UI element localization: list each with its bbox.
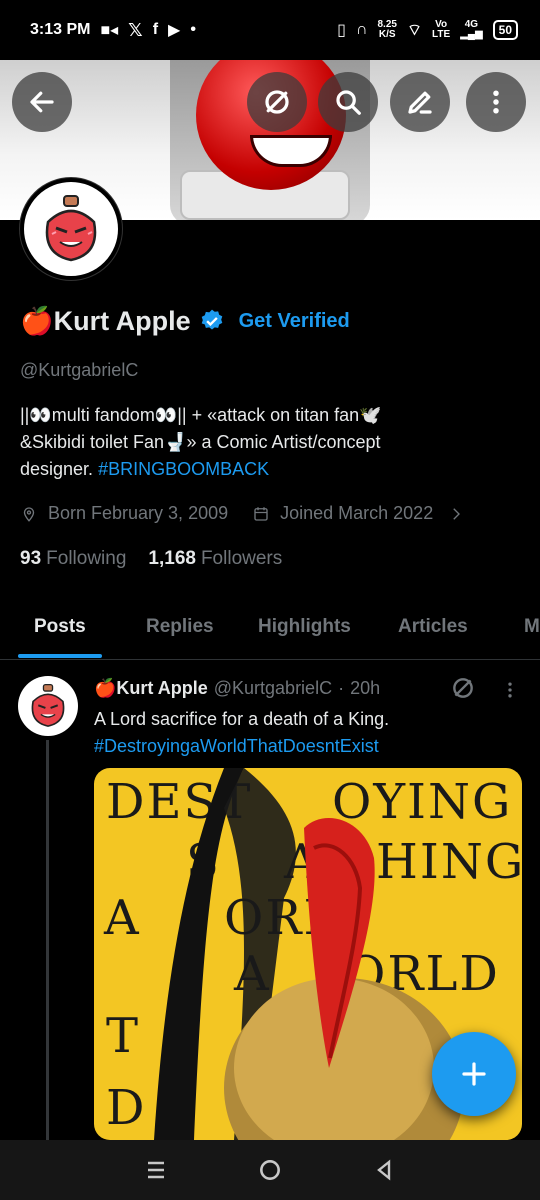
- grok-icon: [453, 678, 473, 698]
- bio-line: &Skibidi toilet Fan🚽» a Comic Artist/con…: [20, 432, 381, 452]
- following-link[interactable]: 93 Following: [20, 548, 126, 570]
- post-author-avatar[interactable]: [18, 676, 78, 736]
- network-speed: 8.25 K/S: [377, 19, 397, 40]
- battery-indicator: 50: [492, 20, 518, 40]
- chevron-right-icon[interactable]: [447, 505, 465, 523]
- tab-posts[interactable]: Posts: [34, 616, 86, 638]
- plus-icon: [462, 1062, 486, 1086]
- arrow-left-icon: [30, 91, 54, 113]
- bio-hashtag-link[interactable]: #BRINGBOOMBACK: [98, 459, 269, 479]
- post-author-name[interactable]: 🍎Kurt Apple: [94, 678, 208, 699]
- post-separator: ·: [338, 678, 345, 698]
- bio-line: ||👀multi fandom👀|| + «attack on titan fa…: [20, 405, 382, 425]
- video-recording-icon: ■◂: [100, 22, 119, 39]
- facebook-icon: f: [152, 21, 159, 38]
- more-vertical-icon: [508, 682, 512, 698]
- join-date: Joined March 2022: [280, 503, 434, 523]
- grok-icon: [265, 90, 289, 114]
- more-options-button[interactable]: [466, 72, 526, 132]
- wifi-icon: ⌔: [406, 22, 423, 39]
- post-grok-button[interactable]: [450, 675, 476, 706]
- apple-character-avatar-icon: [31, 683, 65, 727]
- compose-post-button[interactable]: [432, 1032, 516, 1116]
- active-tab-indicator: [18, 654, 102, 658]
- vibrate-icon: ▯: [337, 22, 346, 39]
- profile-bio: ||👀multi fandom👀|| + «attack on titan fa…: [20, 402, 520, 483]
- back-nav-icon[interactable]: [372, 1158, 396, 1182]
- status-time: 3:13 PM: [30, 21, 91, 38]
- post-hashtag-link[interactable]: #DestroyingaWorldThatDoesntExist: [94, 733, 389, 760]
- post-more-button[interactable]: [500, 680, 520, 705]
- status-bar: 3:13 PM ■◂ 𝕏 f ▶ • ▯ ∩ 8.25 K/S ⌔ Vo LTE 4…: [0, 0, 540, 60]
- search-button[interactable]: [318, 72, 378, 132]
- notification-dot-icon: •: [190, 21, 196, 38]
- post-timestamp[interactable]: 20h: [350, 678, 380, 699]
- youtube-icon: ▶: [168, 22, 181, 39]
- follow-stats: 93 Following 1,168 Followers: [20, 548, 282, 570]
- system-navigation-bar: [0, 1140, 540, 1200]
- tab-media[interactable]: M: [524, 616, 540, 638]
- profile-tabs: Posts Replies Highlights Articles M: [0, 598, 540, 660]
- get-verified-link[interactable]: Get Verified: [239, 310, 350, 333]
- display-name: 🍎Kurt Apple: [20, 306, 191, 336]
- profile-handle: @KurtgabrielC: [20, 360, 139, 380]
- birthdate: Born February 3, 2009: [48, 503, 229, 523]
- more-vertical-icon: [493, 90, 499, 114]
- back-button[interactable]: [12, 72, 72, 132]
- verified-badge-icon[interactable]: [199, 308, 225, 334]
- x-icon: 𝕏: [128, 19, 143, 40]
- followers-link[interactable]: 1,168 Followers: [148, 548, 282, 570]
- calendar-icon: [254, 506, 268, 521]
- grok-button[interactable]: [247, 72, 307, 132]
- volte-indicator: Vo LTE: [432, 19, 451, 40]
- search-icon: [336, 90, 361, 115]
- tab-replies[interactable]: Replies: [146, 616, 214, 638]
- edit-profile-button[interactable]: [390, 72, 450, 132]
- location-icon: [23, 506, 35, 522]
- profile-avatar[interactable]: [20, 178, 122, 280]
- pencil-icon: [408, 91, 432, 114]
- post-author-handle[interactable]: @KurtgabrielC: [214, 678, 332, 699]
- profile-meta: Born February 3, 2009 Joined March 2022: [20, 503, 465, 524]
- post-header: 🍎Kurt Apple @KurtgabrielC · 20h: [94, 678, 380, 699]
- profile-name-row: 🍎Kurt Apple Get Verified: [20, 305, 350, 337]
- bio-line: designer.: [20, 459, 99, 479]
- signal-indicator: 4G ▂▄▆: [460, 19, 483, 40]
- headphones-icon: ∩: [355, 21, 368, 38]
- tab-articles[interactable]: Articles: [398, 616, 468, 638]
- apple-character-avatar-icon: [45, 195, 97, 262]
- tab-highlights[interactable]: Highlights: [258, 616, 351, 638]
- thread-line: [46, 740, 49, 1140]
- home-icon[interactable]: [257, 1157, 283, 1183]
- recent-apps-icon[interactable]: [144, 1158, 168, 1182]
- post-body: A Lord sacrifice for a death of a King. …: [94, 706, 389, 760]
- post-text: A Lord sacrifice for a death of a King.: [94, 709, 390, 729]
